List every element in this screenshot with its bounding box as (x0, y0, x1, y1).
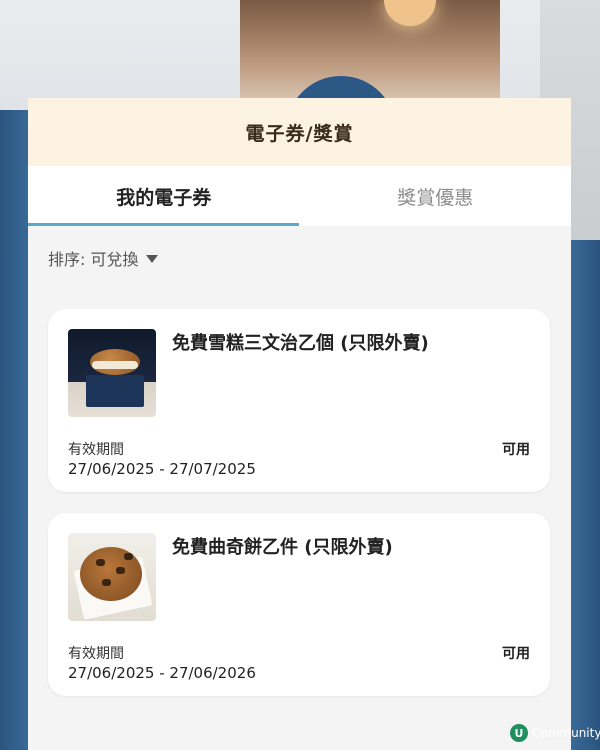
sort-dropdown[interactable]: 排序: 可兌換 (28, 226, 571, 290)
sort-label: 排序: 可兌換 (48, 250, 139, 269)
validity-dates: 27/06/2025 - 27/06/2026 (68, 664, 256, 682)
tab-bar: 我的電子券 獎賞優惠 (28, 166, 571, 226)
active-tab-indicator (28, 223, 299, 226)
page-title: 電子券/獎賞 (245, 122, 354, 145)
background-left-door-panel (0, 110, 30, 750)
box-shape (86, 375, 144, 407)
validity-dates: 27/06/2025 - 27/07/2025 (68, 460, 256, 478)
tab-rewards[interactable]: 獎賞優惠 (300, 166, 572, 226)
page-header: 電子券/獎賞 (28, 98, 571, 166)
tab-my-vouchers[interactable]: 我的電子券 (28, 166, 300, 226)
ice-cream-sandwich-image (68, 329, 156, 417)
caret-down-icon (146, 255, 159, 263)
chocolate-chip (96, 559, 105, 566)
voucher-title: 免費曲奇餅乙件 (只限外賣) (172, 537, 393, 558)
background-right-door-panel (570, 240, 600, 750)
voucher-card[interactable]: 免費曲奇餅乙件 (只限外賣) 有效期間 27/06/2025 - 27/06/2… (48, 513, 550, 696)
voucher-status: 可用 (502, 442, 530, 458)
chocolate-chip (116, 567, 125, 574)
voucher-title: 免費雪糕三文治乙個 (只限外賣) (172, 333, 429, 354)
cream-shape (92, 361, 138, 369)
chocolate-chip (124, 553, 133, 560)
app-screen: 電子券/獎賞 我的電子券 獎賞優惠 排序: 可兌換 免費雪糕三文治乙個 (只限外… (28, 98, 571, 750)
community-watermark: U Community (510, 724, 600, 742)
chocolate-chip (102, 579, 111, 586)
community-logo-icon: U (510, 724, 528, 742)
voucher-card[interactable]: 免費雪糕三文治乙個 (只限外賣) 有效期間 27/06/2025 - 27/07… (48, 309, 550, 492)
voucher-status: 可用 (502, 646, 530, 662)
watermark-text: Community (532, 726, 600, 740)
validity-label: 有效期間 (68, 646, 124, 662)
cookie-image (68, 533, 156, 621)
validity-label: 有效期間 (68, 442, 124, 458)
